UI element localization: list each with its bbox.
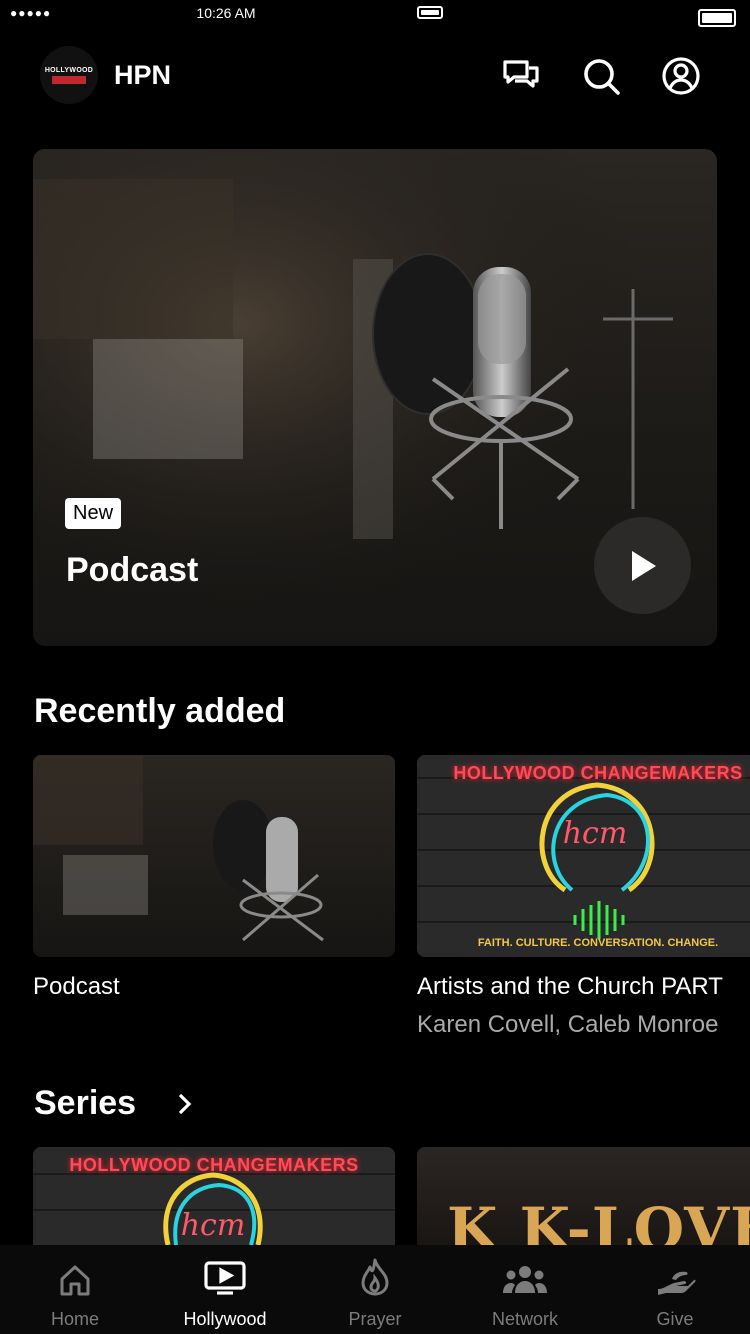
chat-icon[interactable] (501, 56, 541, 96)
search-icon[interactable] (581, 56, 621, 96)
people-icon (503, 1266, 547, 1293)
hero-banner[interactable]: New Podcast (33, 149, 717, 646)
tab-give[interactable]: Give (600, 1245, 750, 1334)
tab-label: Home (50, 1309, 99, 1329)
app-logo[interactable]: HOLLYWOOD (40, 46, 98, 104)
hcm-series-thumbnail: HOLLYWOOD CHANGEMAKERS hcm (33, 1147, 395, 1245)
status-time: 10:26 AM (196, 5, 256, 21)
tab-network[interactable]: Network (450, 1245, 600, 1334)
card-subtitle: Karen Covell, Caleb Monroe (417, 1011, 719, 1038)
tab-home[interactable]: Home (0, 1245, 150, 1334)
tab-label: Network (491, 1309, 558, 1329)
tab-label: Hollywood (183, 1309, 267, 1329)
new-badge: New (65, 498, 122, 529)
hcm-logo: hcm (181, 1208, 246, 1243)
battery-icon (417, 6, 443, 19)
status-bar: ●●●●● 10:26 AM (0, 0, 750, 28)
podcast-thumbnail (33, 755, 395, 957)
flame-icon (361, 1258, 389, 1296)
chevron-right-icon[interactable] (176, 1092, 194, 1116)
hero-title: Podcast (66, 551, 199, 589)
profile-icon[interactable] (661, 56, 701, 96)
hcm-thumbnail: HOLLYWOOD CHANGEMAKERS hcm FAITH. CULTUR… (417, 755, 750, 957)
app-header: HOLLYWOOD HPN (0, 46, 750, 106)
hcm-logo: hcm (563, 816, 628, 851)
lightbulb-icon: hcm (539, 782, 655, 939)
play-icon (631, 550, 656, 581)
recent-card-artists[interactable]: HOLLYWOOD CHANGEMAKERS hcm FAITH. CULTUR… (417, 755, 750, 1039)
card-title: Artists and the Church PART (417, 973, 723, 1000)
battery-icon (698, 9, 736, 27)
app-title: HPN (114, 60, 172, 90)
recently-added-title: Recently added (34, 692, 286, 730)
lightbulb-icon: hcm (163, 1172, 263, 1245)
tab-label: Give (656, 1309, 694, 1329)
klove-logo-text: K K-LOVE (447, 1195, 750, 1245)
logo-text: HOLLYWOOD (44, 66, 94, 74)
hcm-tagline: FAITH. CULTURE. CONVERSATION. CHANGE. (477, 937, 719, 949)
home-icon (60, 1265, 90, 1296)
series-card-klove[interactable]: K K-LOVE (417, 1147, 750, 1245)
tv-icon (204, 1261, 246, 1295)
series-title[interactable]: Series (34, 1084, 136, 1123)
tab-prayer[interactable]: Prayer (300, 1245, 450, 1334)
give-icon (658, 1271, 696, 1295)
series-card-hcm[interactable]: HOLLYWOOD CHANGEMAKERS hcm (33, 1147, 395, 1245)
tab-label: Prayer (348, 1309, 402, 1329)
recent-card-podcast[interactable]: Podcast (33, 755, 395, 1001)
tab-hollywood[interactable]: Hollywood (150, 1245, 300, 1334)
card-title: Podcast (33, 973, 120, 1000)
play-button[interactable] (594, 517, 691, 614)
klove-thumbnail: K K-LOVE (417, 1147, 750, 1245)
bottom-tab-bar: Home Hollywood Prayer Network Give (0, 1245, 750, 1334)
